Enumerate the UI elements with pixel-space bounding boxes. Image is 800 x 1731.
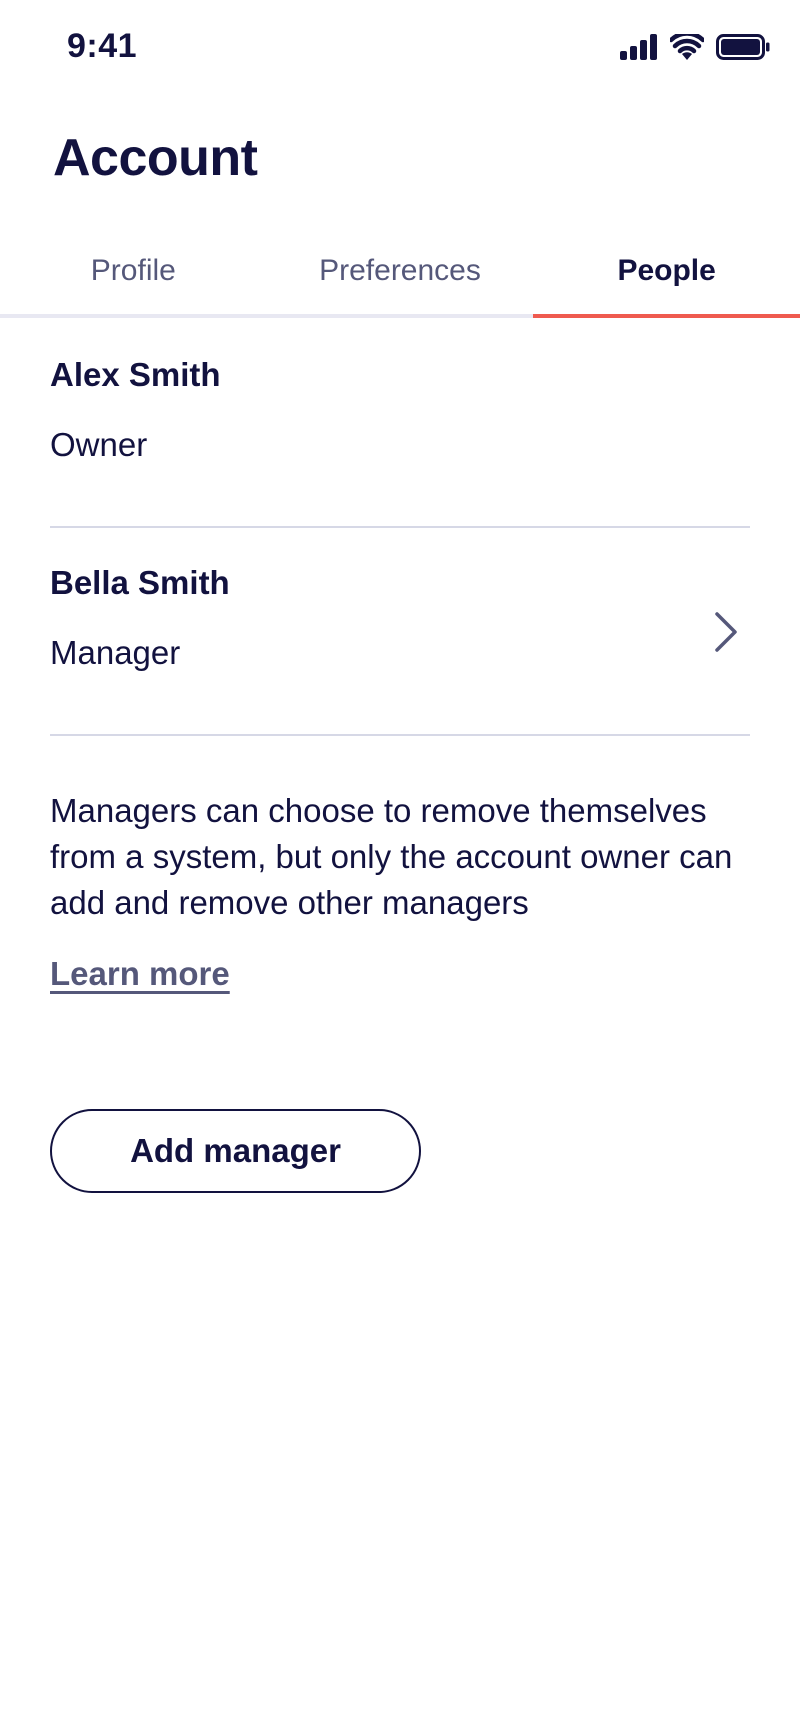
add-manager-button[interactable]: Add manager <box>50 1109 421 1193</box>
status-icons <box>620 34 770 60</box>
person-name: Bella Smith <box>50 564 230 601</box>
person-role: Manager <box>50 634 181 671</box>
tab-profile[interactable]: Profile <box>0 228 267 314</box>
status-time: 9:41 <box>67 27 138 65</box>
status-bar: 9:41 <box>0 0 800 100</box>
tab-people[interactable]: People <box>533 228 800 318</box>
battery-icon <box>716 34 770 60</box>
tab-bar: Profile Preferences People <box>0 228 800 318</box>
signal-icon <box>620 34 658 60</box>
person-role: Owner <box>50 426 148 463</box>
person-row-manager[interactable]: Bella Smith Manager <box>50 528 750 736</box>
managers-info-text: Managers can choose to remove themselves… <box>50 792 733 921</box>
chevron-right-icon[interactable] <box>712 610 740 659</box>
wifi-icon <box>670 34 704 60</box>
person-name: Alex Smith <box>50 356 221 393</box>
page-title: Account <box>53 129 258 187</box>
person-row-owner: Alex Smith Owner <box>50 320 750 528</box>
learn-more-link[interactable]: Learn more <box>50 955 230 993</box>
tab-preferences[interactable]: Preferences <box>267 228 534 314</box>
